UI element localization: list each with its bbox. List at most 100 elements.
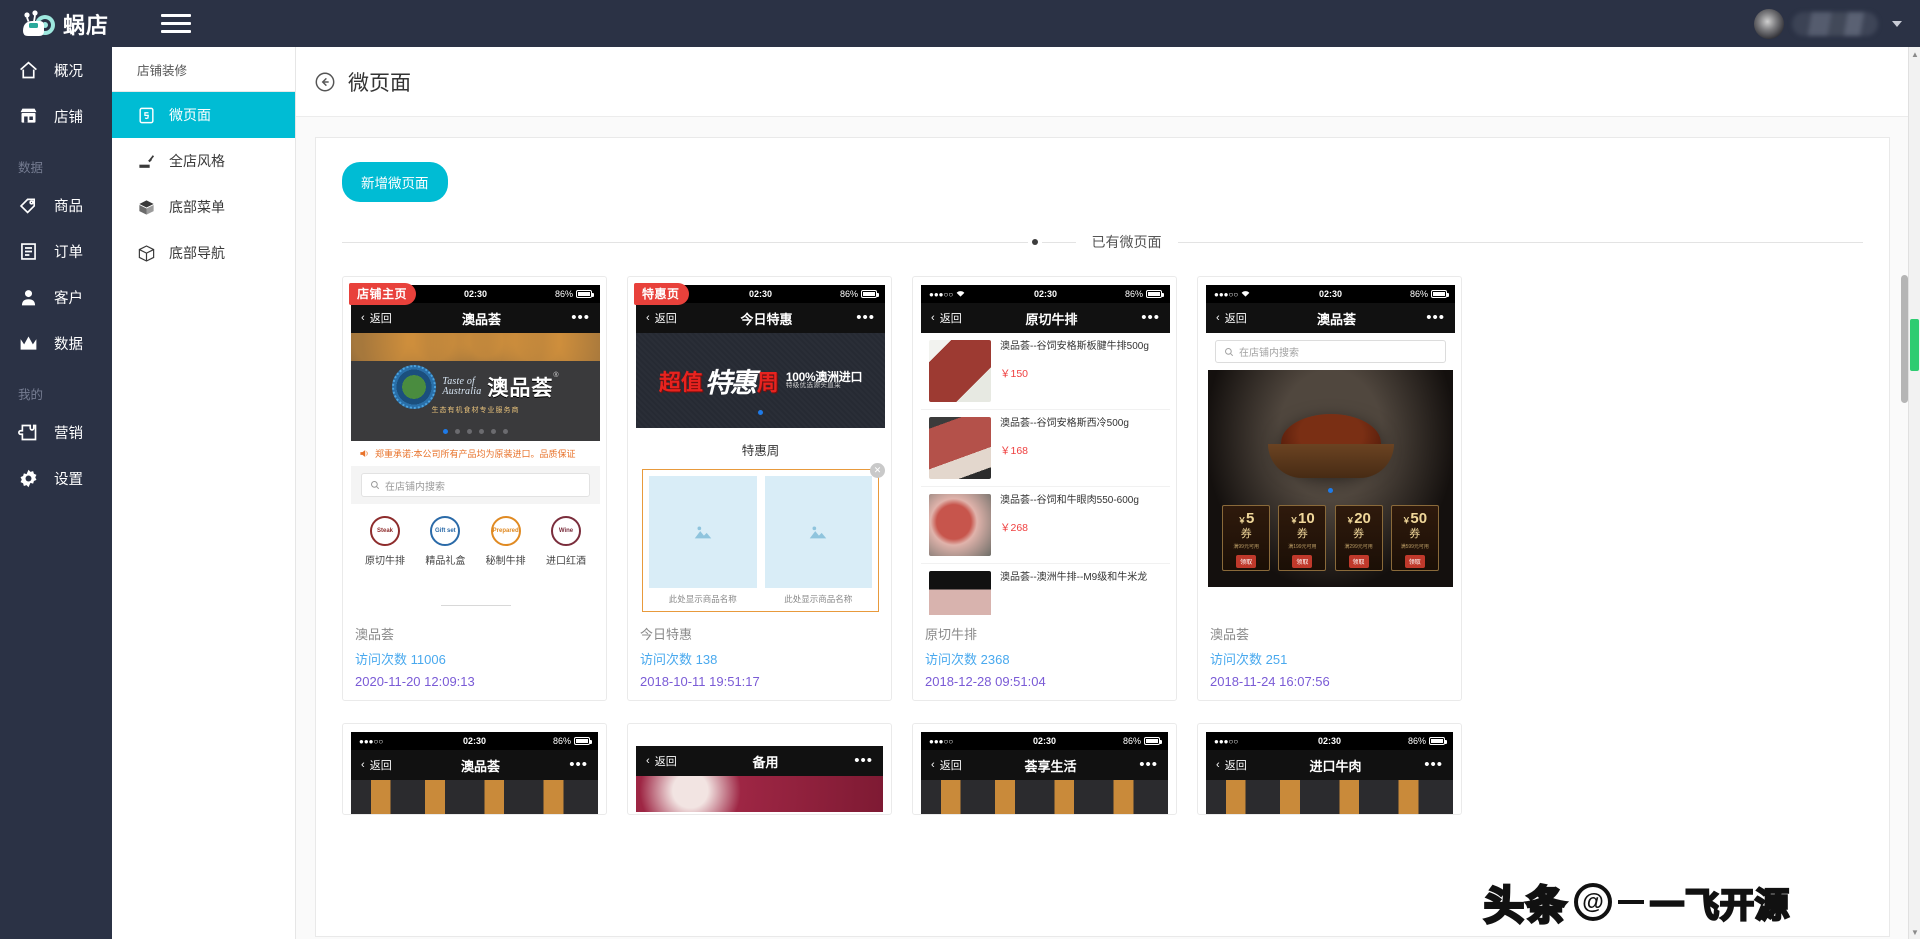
micropage-card[interactable]: ‹ 返回 备用 ••• bbox=[627, 723, 892, 815]
visits-label: 访问次数 bbox=[925, 652, 978, 667]
phone-back-button[interactable]: ‹ 返回 bbox=[931, 757, 962, 773]
category-item[interactable]: Steak 原切牛排 bbox=[357, 514, 413, 567]
coupon-card[interactable]: ￥5 券 满99元可用 领取 bbox=[1222, 505, 1271, 571]
sidebar-item-goods[interactable]: 商品 bbox=[0, 182, 112, 228]
coupon-amount: ￥10 bbox=[1290, 511, 1315, 526]
add-micropage-button[interactable]: 新增微页面 bbox=[342, 162, 448, 202]
sidebar-item-micropage[interactable]: 微页面 bbox=[112, 92, 295, 138]
banner-dots[interactable] bbox=[1208, 480, 1453, 498]
search-icon bbox=[371, 481, 380, 490]
phone-back-button[interactable]: ‹ 返回 bbox=[646, 310, 677, 326]
goods-caption: 此处显示商品名称 bbox=[784, 594, 853, 604]
battery-area: 86% bbox=[554, 289, 594, 299]
micropage-card[interactable]: ●●●○○ 02:30 86% ‹ 返回 原切牛排 ••• 澳品荟--谷饲安格斯… bbox=[912, 276, 1177, 701]
phone-more-icon[interactable]: ••• bbox=[1141, 311, 1160, 325]
phone-nav-bar: ‹ 返回 今日特惠 ••• bbox=[636, 303, 885, 333]
phone-back-button[interactable]: ‹ 返回 bbox=[361, 757, 392, 773]
category-item[interactable]: Wine 进口红酒 bbox=[538, 514, 594, 567]
inner-scrollbar[interactable] bbox=[1899, 47, 1908, 939]
phone-more-icon[interactable]: ••• bbox=[854, 754, 873, 768]
scroll-up-icon[interactable]: ▲ bbox=[1909, 47, 1920, 61]
sidebar-label: 营销 bbox=[54, 425, 83, 442]
banner-dots[interactable] bbox=[636, 402, 885, 420]
sidebar-group-data: 数据 bbox=[18, 161, 44, 175]
coupon-amount: ￥20 bbox=[1346, 511, 1371, 526]
goods-placeholder[interactable]: 此处显示商品名称 bbox=[764, 476, 872, 605]
coupon-card[interactable]: ￥10 券 满199元可用 领取 bbox=[1278, 505, 1327, 571]
phone-more-icon[interactable]: ••• bbox=[1426, 311, 1445, 325]
sidebar-item-label: 底部菜单 bbox=[169, 199, 225, 215]
coupon-card[interactable]: ￥20 券 满299元可用 领取 bbox=[1334, 505, 1383, 571]
micropage-card[interactable]: ●●●○○ 02:30 86% ‹ 返回 澳品荟 ••• bbox=[342, 723, 607, 815]
product-row[interactable]: 澳品荟--澳洲牛排--M9级和牛米龙 bbox=[921, 564, 1170, 615]
micropage-card[interactable]: ●●●○○ 02:30 86% ‹ 返回 进口牛肉 ••• bbox=[1197, 723, 1462, 815]
micropage-card[interactable]: 特惠页 ●●●○○ 02:30 86% bbox=[627, 276, 892, 701]
card-ribbon-badge: 特惠页 bbox=[634, 283, 689, 305]
product-name: 澳品荟--澳洲牛排--M9级和牛米龙 bbox=[1000, 572, 1148, 583]
card-ribbon-badge: 店铺主页 bbox=[349, 283, 417, 305]
window-scrollbar[interactable]: ▲ ▼ bbox=[1908, 47, 1920, 939]
top-bar: 蜗店 bbox=[0, 0, 1920, 47]
product-list: 澳品荟--谷饲安格斯板腱牛排500g ￥150 澳品荟--谷饲安格斯西冷500g… bbox=[921, 333, 1170, 615]
main-content: 微页面 新增微页面 已有微页面 店铺主页 ●●●○○ bbox=[296, 47, 1909, 939]
micropage-card[interactable]: ●●●○○ 02:30 86% ‹ 返回 澳品荟 ••• 在店铺内搜索 ￥5 券… bbox=[1197, 276, 1462, 701]
micropage-card[interactable]: ●●●○○ 02:30 86% ‹ 返回 荟享生活 ••• bbox=[912, 723, 1177, 815]
search-input[interactable]: 在店铺内搜索 bbox=[361, 473, 590, 497]
frame-close-icon[interactable]: ✕ bbox=[870, 463, 885, 478]
coupon-label: 券 bbox=[1353, 528, 1365, 540]
sidebar-item-settings[interactable]: 设置 bbox=[0, 455, 112, 501]
brand[interactable]: 蜗店 bbox=[0, 0, 137, 47]
coupon-label: 券 bbox=[1296, 528, 1308, 540]
phone-back-button[interactable]: ‹ 返回 bbox=[1216, 310, 1247, 326]
category-item[interactable]: Gift set 精品礼盒 bbox=[417, 514, 473, 567]
sidebar-item-store-style[interactable]: 全店风格 bbox=[112, 138, 295, 184]
category-item[interactable]: Prepared 秘制牛排 bbox=[478, 514, 534, 567]
coupon-claim-button[interactable]: 领取 bbox=[1348, 555, 1369, 568]
micropage-card[interactable]: 店铺主页 ●●●○○ 02:30 86% bbox=[342, 276, 607, 701]
sidebar-item-overview[interactable]: 概况 bbox=[0, 47, 112, 93]
coupon-claim-button[interactable]: 领取 bbox=[1292, 555, 1313, 568]
inner-scrollbar-thumb[interactable] bbox=[1901, 275, 1908, 403]
sidebar-item-bottom-nav[interactable]: 底部导航 bbox=[112, 230, 295, 276]
battery-area: 86% bbox=[840, 289, 879, 299]
back-arrow-circle-icon[interactable] bbox=[314, 71, 336, 93]
visits-count: 2368 bbox=[980, 652, 1010, 667]
divider-line-right bbox=[1177, 241, 1863, 243]
coupon-card[interactable]: ￥50 券 满599元可用 领取 bbox=[1390, 505, 1439, 571]
phone-back-button[interactable]: ‹ 返回 bbox=[646, 753, 677, 769]
sidebar-item-bottom-menu[interactable]: 底部菜单 bbox=[112, 184, 295, 230]
coupon-claim-button[interactable]: 领取 bbox=[1404, 555, 1425, 568]
search-input[interactable]: 在店铺内搜索 bbox=[1215, 340, 1446, 363]
battery-percent: 86% bbox=[554, 289, 573, 299]
window-scrollbar-thumb[interactable] bbox=[1910, 319, 1919, 371]
sidebar-item-data[interactable]: 数据 bbox=[0, 320, 112, 366]
goods-placeholder[interactable]: 此处显示商品名称 bbox=[649, 476, 757, 605]
phone-status-bar: ●●●○○ 02:30 86% bbox=[1206, 732, 1453, 750]
product-info: 澳品荟--谷饲安格斯板腱牛排500g ￥150 bbox=[1000, 340, 1162, 402]
sidebar-item-orders[interactable]: 订单 bbox=[0, 228, 112, 274]
phone-back-button[interactable]: ‹ 返回 bbox=[1216, 757, 1247, 773]
phone-more-icon[interactable]: ••• bbox=[571, 311, 590, 325]
user-menu[interactable] bbox=[1754, 0, 1902, 47]
phone-more-icon[interactable]: ••• bbox=[856, 311, 875, 325]
phone-back-label: 返回 bbox=[939, 313, 962, 325]
chevron-down-icon[interactable] bbox=[1892, 20, 1902, 27]
gear-icon bbox=[18, 468, 39, 489]
sidebar-item-shop[interactable]: 店铺 bbox=[0, 93, 112, 139]
scroll-down-icon[interactable]: ▼ bbox=[1909, 925, 1920, 939]
product-row[interactable]: 澳品荟--谷饲和牛眼肉550-600g ￥268 bbox=[921, 487, 1170, 564]
banner-dots[interactable] bbox=[351, 429, 600, 434]
phone-back-button[interactable]: ‹ 返回 bbox=[361, 310, 392, 326]
goods-placeholder-frame[interactable]: ✕ 此处显示商品名称 此处显示商品名称 bbox=[642, 463, 885, 612]
sidebar-item-customers[interactable]: 客户 bbox=[0, 274, 112, 320]
phone-more-icon[interactable]: ••• bbox=[569, 758, 588, 772]
phone-back-button[interactable]: ‹ 返回 bbox=[931, 310, 962, 326]
sidebar-item-marketing[interactable]: 营销 bbox=[0, 409, 112, 455]
product-row[interactable]: 澳品荟--谷饲安格斯西冷500g ￥168 bbox=[921, 410, 1170, 487]
product-row[interactable]: 澳品荟--谷饲安格斯板腱牛排500g ￥150 bbox=[921, 333, 1170, 410]
card-name: 原切牛排 bbox=[925, 627, 978, 642]
hamburger-icon[interactable] bbox=[161, 9, 191, 39]
phone-more-icon[interactable]: ••• bbox=[1424, 758, 1443, 772]
coupon-claim-button[interactable]: 领取 bbox=[1236, 555, 1257, 568]
phone-more-icon[interactable]: ••• bbox=[1139, 758, 1158, 772]
